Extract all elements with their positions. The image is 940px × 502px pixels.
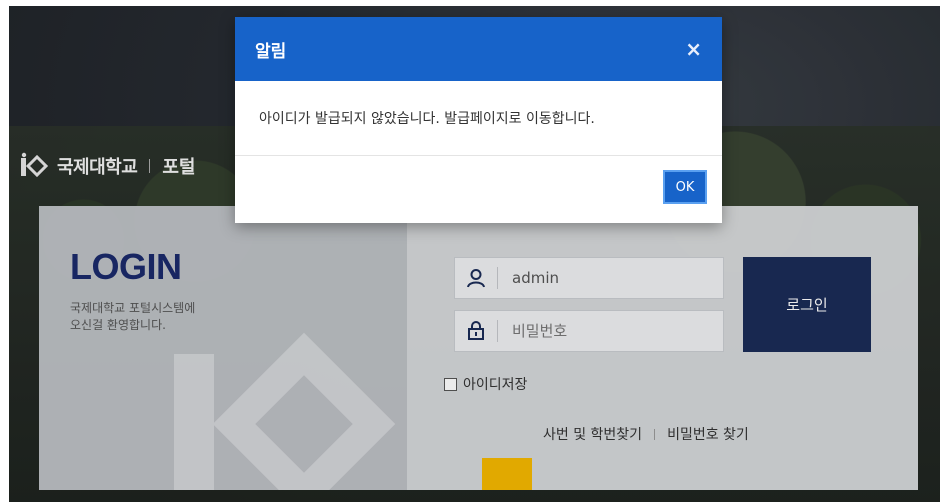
ok-button[interactable]: OK — [663, 170, 707, 204]
close-icon[interactable]: × — [685, 37, 702, 61]
alert-dialog: 알림 × 아이디가 발급되지 않았습니다. 발급페이지로 이동합니다. OK — [235, 17, 722, 223]
dialog-header: 알림 × — [235, 17, 722, 81]
dialog-message: 아이디가 발급되지 않았습니다. 발급페이지로 이동합니다. — [235, 81, 722, 156]
dialog-footer: OK — [235, 156, 722, 224]
dialog-title: 알림 — [255, 41, 287, 62]
